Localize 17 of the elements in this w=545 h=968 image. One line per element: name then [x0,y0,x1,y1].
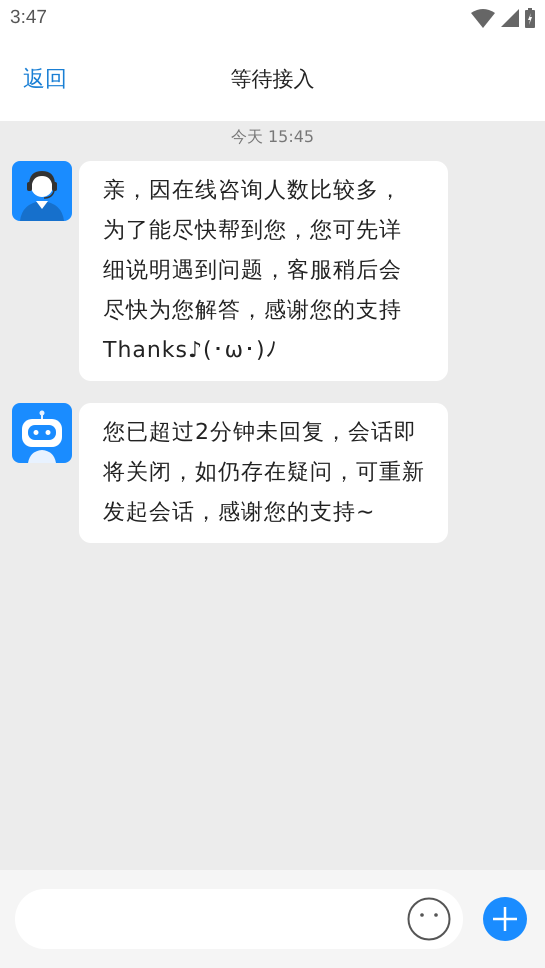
emoji-button[interactable] [407,897,451,941]
battery-icon [525,8,535,28]
clock: 3:47 [10,7,47,29]
add-button[interactable] [483,897,527,941]
robot-icon [12,403,72,463]
message-line: 细说明遇到问题，客服稍后会 [103,257,402,285]
page-title: 等待接入 [230,66,314,90]
timestamp: 今天 15:45 [230,127,314,148]
wifi-icon [471,8,495,28]
back-link[interactable]: 返回 [23,64,67,94]
message-line: 尽快为您解答，感谢您的支持 [103,297,402,325]
message-bubble: 您已超过2分钟未回复，会话即将关闭，如仍存在疑问，可重新发起会话，感谢您的支持~ [79,403,448,543]
message-line: Thanks♪(･ω･)ﾉ [103,337,278,365]
message-line: 为了能尽快帮到您，您可先详 [103,217,402,245]
signal-icon [501,9,519,27]
support-agent-icon [12,161,72,221]
message-line: 亲，因在线咨询人数比较多， [103,177,402,205]
